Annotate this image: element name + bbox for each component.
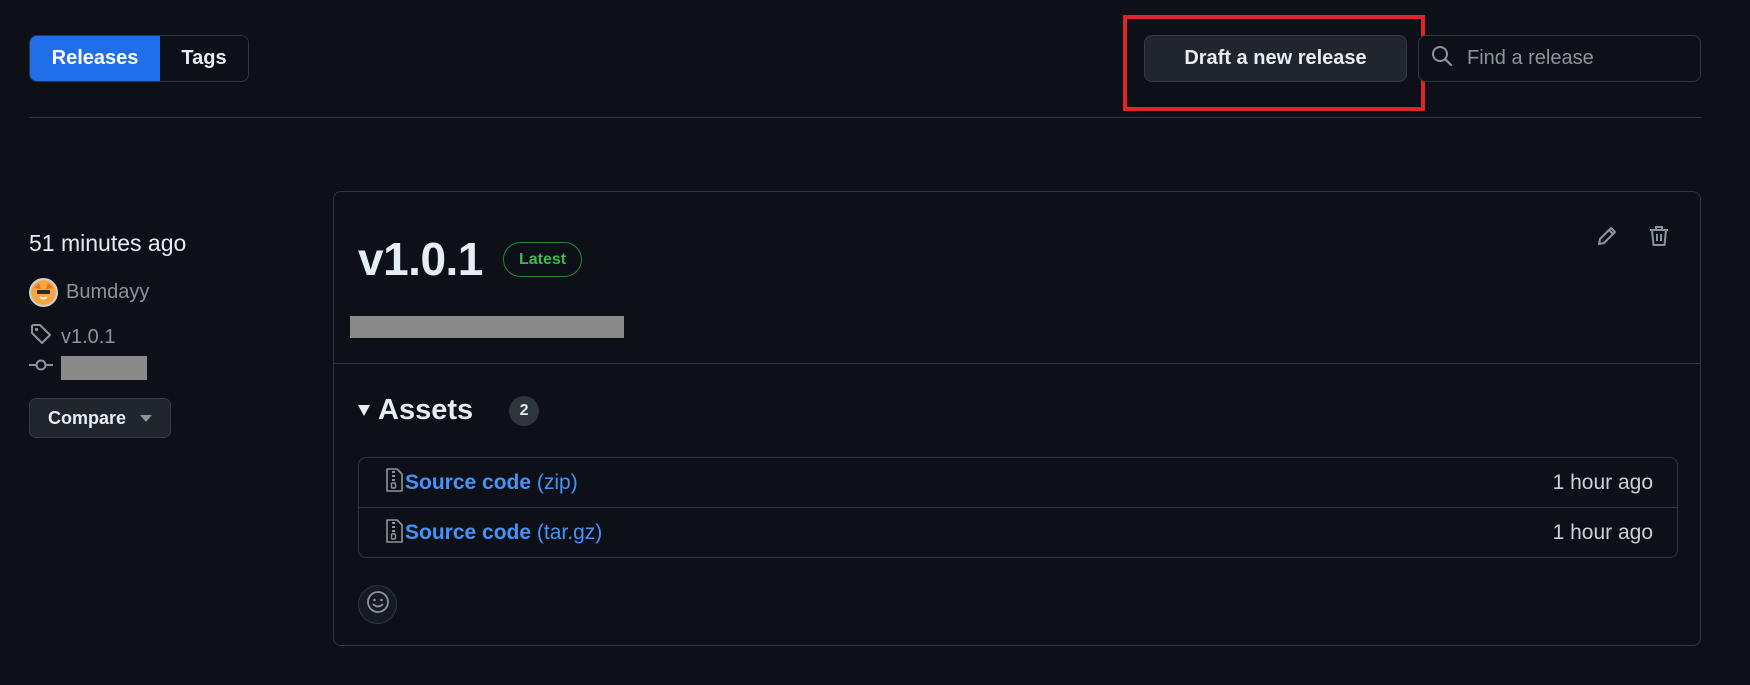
card-divider <box>334 363 1700 364</box>
author-row[interactable]: Bumdayy <box>29 278 149 307</box>
find-release-search[interactable] <box>1418 35 1701 82</box>
assets-count-badge: 2 <box>509 395 540 426</box>
author-name[interactable]: Bumdayy <box>66 281 149 304</box>
assets-list: Source code (zip) 1 hour ago Source code… <box>358 457 1678 558</box>
commit-icon <box>29 356 53 380</box>
edit-release-button[interactable] <box>1591 222 1623 254</box>
file-zip-icon <box>385 518 403 548</box>
smiley-icon <box>366 590 390 619</box>
trash-icon <box>1647 224 1671 253</box>
tag-name[interactable]: v1.0.1 <box>61 326 115 349</box>
assets-header[interactable]: Assets 2 <box>358 394 540 427</box>
avatar[interactable] <box>29 278 58 307</box>
chevron-down-icon <box>140 414 152 422</box>
source-code-zip-link[interactable]: Source code (zip) <box>405 471 578 495</box>
release-card-header: v1.0.1 Latest <box>334 192 1700 364</box>
header-divider <box>29 117 1701 118</box>
release-card: v1.0.1 Latest Assets 2 Source code (zip)… <box>333 191 1701 646</box>
source-code-targz-link[interactable]: Source code (tar.gz) <box>405 521 602 545</box>
search-icon <box>1431 45 1453 72</box>
tab-tags[interactable]: Tags <box>160 36 248 81</box>
asset-time: 1 hour ago <box>1552 470 1653 494</box>
asset-name[interactable]: Source code <box>405 521 531 544</box>
file-zip-icon <box>385 468 403 497</box>
asset-time: 1 hour ago <box>1552 521 1653 544</box>
commit-row[interactable] <box>29 356 147 380</box>
release-notes-redacted <box>350 316 624 338</box>
compare-label: Compare <box>48 407 127 428</box>
tag-icon <box>29 322 53 352</box>
releases-header: Releases Tags Draft a new release <box>29 15 1701 111</box>
add-reaction-button[interactable] <box>358 585 397 624</box>
compare-button[interactable]: Compare <box>29 398 171 438</box>
asset-name[interactable]: Source code <box>405 471 531 494</box>
draft-new-release-button[interactable]: Draft a new release <box>1144 35 1407 82</box>
release-time: 51 minutes ago <box>29 230 187 256</box>
search-input[interactable] <box>1465 46 1685 71</box>
pencil-icon <box>1595 224 1619 253</box>
release-version-title[interactable]: v1.0.1 <box>358 232 483 286</box>
releases-tags-switch: Releases Tags <box>29 35 249 82</box>
triangle-down-icon[interactable] <box>358 405 370 416</box>
assets-title: Assets <box>378 394 474 426</box>
list-item: Source code (zip) 1 hour ago <box>359 458 1677 508</box>
list-item: Source code (tar.gz) 1 hour ago <box>359 508 1677 558</box>
delete-release-button[interactable] <box>1643 222 1675 254</box>
release-meta: 51 minutes ago Bumdayy v1.0.1 Compare <box>29 230 299 438</box>
asset-ext[interactable]: (zip) <box>537 471 578 494</box>
commit-hash-redacted[interactable] <box>61 356 147 380</box>
latest-badge: Latest <box>503 242 583 277</box>
tag-row[interactable]: v1.0.1 <box>29 322 115 352</box>
tab-releases[interactable]: Releases <box>30 36 160 81</box>
asset-ext[interactable]: (tar.gz) <box>537 521 602 544</box>
